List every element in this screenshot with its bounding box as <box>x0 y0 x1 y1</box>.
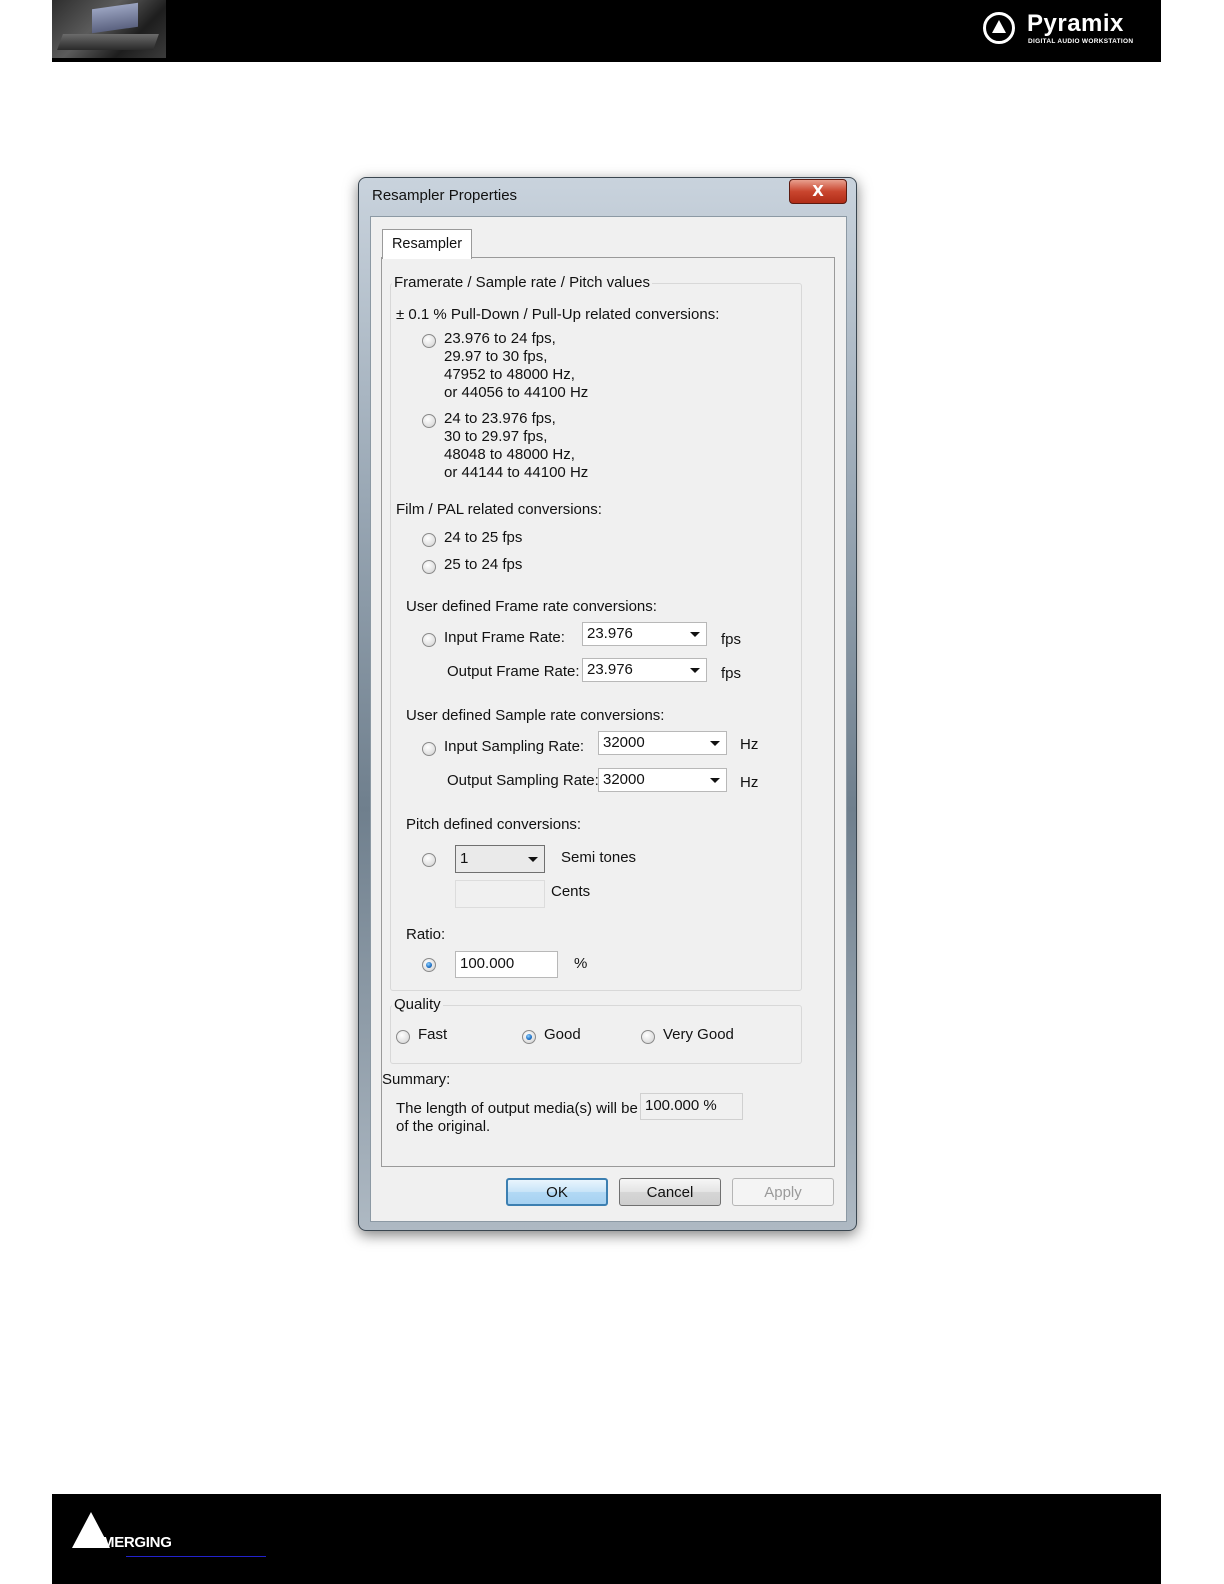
ratio-value: 100.000 <box>460 955 515 972</box>
summary-value: 100.000 % <box>645 1097 717 1114</box>
output-hz-unit: Hz <box>740 774 759 791</box>
radio-pulldown-option2[interactable] <box>422 414 436 428</box>
pulldown-option2-line3: 48048 to 48000 Hz, <box>444 446 575 463</box>
summary-line1: The length of output media(s) will be <box>396 1100 638 1117</box>
pyramix-brand-tagline: DIGITAL AUDIO WORKSTATION <box>1028 38 1134 45</box>
pyramix-logo-icon <box>983 12 1015 44</box>
footer-link-underline <box>126 1556 266 1557</box>
output-frame-rate-label: Output Frame Rate: <box>447 663 580 680</box>
radio-quality-good[interactable] <box>522 1030 536 1044</box>
input-sampling-rate-combo[interactable]: 32000 <box>598 731 727 755</box>
output-sampling-rate-value: 32000 <box>603 771 645 788</box>
radio-quality-very-good[interactable] <box>641 1030 655 1044</box>
window-title: Resampler Properties <box>372 187 518 204</box>
radio-pitch[interactable] <box>422 853 436 867</box>
tab-resampler[interactable]: Resampler <box>382 229 472 259</box>
quality-group-label: Quality <box>392 996 443 1013</box>
cents-field[interactable] <box>455 880 545 908</box>
summary-value-field: 100.000 % <box>640 1093 743 1120</box>
pulldown-option2-line4: or 44144 to 44100 Hz <box>444 464 589 481</box>
semitones-label: Semi tones <box>561 849 637 866</box>
ratio-percent-unit: % <box>574 955 588 972</box>
semitones-combo[interactable]: 1 <box>455 845 545 873</box>
cancel-button[interactable]: Cancel <box>619 1178 721 1206</box>
console-shape <box>57 34 159 50</box>
semitones-value: 1 <box>460 850 469 867</box>
resampler-properties-window: Resampler Properties X Resampler Framera… <box>358 177 857 1231</box>
pulldown-option1-line1: 23.976 to 24 fps, <box>444 330 556 347</box>
ok-button[interactable]: OK <box>506 1178 608 1206</box>
output-sampling-rate-combo[interactable]: 32000 <box>598 768 727 792</box>
pitch-heading: Pitch defined conversions: <box>406 816 582 833</box>
dialog-client-area: Resampler Framerate / Sample rate / Pitc… <box>370 216 847 1222</box>
merging-brand-name: MERGING <box>102 1534 172 1551</box>
apply-button[interactable]: Apply <box>732 1178 834 1206</box>
pulldown-option1-line3: 47952 to 48000 Hz, <box>444 366 575 383</box>
frame-rate-heading: User defined Frame rate conversions: <box>406 598 657 615</box>
sample-rate-heading: User defined Sample rate conversions: <box>406 707 665 724</box>
page-footer-banner: MERGING <box>52 1494 1161 1584</box>
pyramix-brand-name: Pyramix <box>1027 10 1124 37</box>
output-fps-unit: fps <box>721 665 742 682</box>
summary-label: Summary: <box>382 1071 451 1088</box>
output-sampling-rate-label: Output Sampling Rate: <box>447 772 599 789</box>
pulldown-option1-line2: 29.97 to 30 fps, <box>444 348 548 365</box>
dropdown-arrow-icon <box>690 668 700 673</box>
input-hz-unit: Hz <box>740 736 759 753</box>
pulldown-option2-line1: 24 to 23.976 fps, <box>444 410 556 427</box>
pulldown-option2-line2: 30 to 29.97 fps, <box>444 428 548 445</box>
pyramix-logo: Pyramix DIGITAL AUDIO WORKSTATION <box>983 10 1145 50</box>
input-frame-rate-label: Input Frame Rate: <box>444 629 565 646</box>
close-button[interactable]: X <box>789 179 847 204</box>
output-frame-rate-value: 23.976 <box>587 661 633 678</box>
quality-very-good-label: Very Good <box>663 1026 734 1043</box>
dropdown-arrow-icon <box>690 632 700 637</box>
pulldown-option1-line4: or 44056 to 44100 Hz <box>444 384 589 401</box>
quality-fast-label: Fast <box>418 1026 448 1043</box>
film-option1-label: 24 to 25 fps <box>444 529 523 546</box>
radio-film-25-to-24[interactable] <box>422 560 436 574</box>
radio-quality-fast[interactable] <box>396 1030 410 1044</box>
resampler-tab-page: Framerate / Sample rate / Pitch values ±… <box>381 257 835 1167</box>
radio-film-24-to-25[interactable] <box>422 533 436 547</box>
input-frame-rate-value: 23.976 <box>587 625 633 642</box>
quality-group <box>390 1005 802 1064</box>
pulldown-heading: ± 0.1 % Pull-Down / Pull-Up related conv… <box>396 306 720 323</box>
monitor-shape <box>92 2 138 34</box>
input-sampling-rate-label: Input Sampling Rate: <box>444 738 585 755</box>
dropdown-arrow-icon <box>710 741 720 746</box>
radio-ratio[interactable] <box>422 958 436 972</box>
quality-good-label: Good <box>544 1026 581 1043</box>
ratio-field[interactable]: 100.000 <box>455 951 558 978</box>
input-frame-rate-combo[interactable]: 23.976 <box>582 622 707 646</box>
dropdown-arrow-icon <box>528 857 538 862</box>
ratio-heading: Ratio: <box>406 926 446 943</box>
radio-input-sampling-rate[interactable] <box>422 742 436 756</box>
page-header-banner: Pyramix DIGITAL AUDIO WORKSTATION <box>52 0 1161 62</box>
cents-label: Cents <box>551 883 591 900</box>
film-option2-label: 25 to 24 fps <box>444 556 523 573</box>
output-frame-rate-combo[interactable]: 23.976 <box>582 658 707 682</box>
radio-input-frame-rate[interactable] <box>422 633 436 647</box>
input-sampling-rate-value: 32000 <box>603 734 645 751</box>
film-pal-heading: Film / PAL related conversions: <box>396 501 602 518</box>
dropdown-arrow-icon <box>710 778 720 783</box>
radio-pulldown-option1[interactable] <box>422 334 436 348</box>
input-fps-unit: fps <box>721 631 742 648</box>
studio-thumbnail-image <box>52 0 166 58</box>
summary-line2: of the original. <box>396 1118 491 1135</box>
group-label-values: Framerate / Sample rate / Pitch values <box>392 274 652 291</box>
